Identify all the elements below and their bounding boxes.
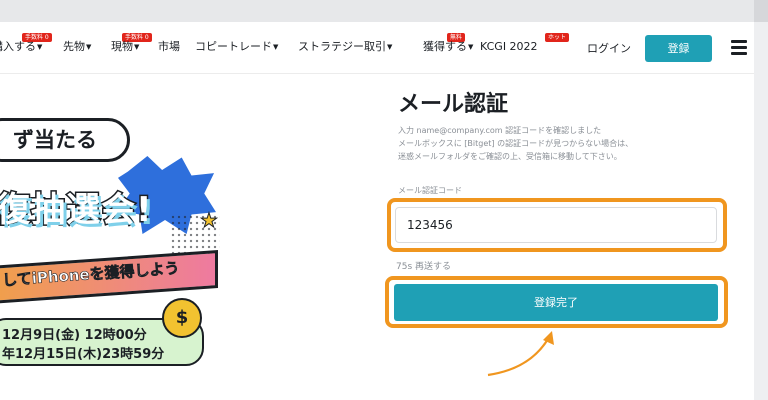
promo-headline-2: 復抽選会!: [0, 182, 153, 232]
nav-badge-kcgi: ホット: [545, 33, 570, 42]
description-line: 入力 name@company.com 認証コードを確認しました: [398, 126, 602, 135]
resend-code-link[interactable]: 75s 再送する: [396, 259, 451, 272]
coin-icon: $: [162, 298, 202, 338]
nav-item-label: 現物: [111, 40, 133, 53]
nav-item-spot[interactable]: 現物▼: [111, 40, 139, 54]
nav-item-label: コピートレード: [195, 40, 272, 53]
nav-item-futures[interactable]: 先物▼: [63, 40, 91, 54]
code-field-label: メール認証コード: [398, 186, 462, 195]
verification-code-input[interactable]: 123456: [395, 207, 717, 243]
page-scrollbar[interactable]: [754, 22, 768, 400]
nav-item-market[interactable]: 市場: [158, 40, 180, 54]
promo-headline-2-text: 復抽選会!: [0, 189, 153, 232]
browser-top-bar: [0, 0, 768, 22]
nav-item-copy-trade[interactable]: コピートレード▼: [195, 40, 278, 54]
register-button[interactable]: 登録: [645, 35, 712, 62]
chevron-down-icon: ▼: [273, 43, 279, 51]
scrollbar-corner: [754, 0, 768, 22]
chevron-down-icon: ▼: [468, 43, 474, 51]
chevron-down-icon: ▼: [387, 43, 393, 51]
nav-item-label: 購入する: [0, 40, 36, 53]
nav-item-label: 獲得する: [423, 40, 467, 53]
nav-item-label: 先物: [63, 40, 85, 53]
verification-description: 入力 name@company.com 認証コードを確認しました メールボックス…: [398, 124, 708, 163]
nav-item-strategy[interactable]: ストラテジー取引▼: [298, 40, 392, 54]
nav-item-label: ストラテジー取引: [298, 40, 386, 53]
star-icon: ★: [200, 208, 219, 233]
nav-item-earn[interactable]: 獲得する▼: [423, 40, 473, 54]
complete-registration-button[interactable]: 登録完了: [394, 284, 718, 321]
pointer-arrow-icon: [487, 331, 554, 377]
description-line: 迷惑メールフォルダをご確認の上、受信箱に移動して下さい。: [398, 152, 622, 161]
nav-item-kcgi[interactable]: KCGI 2022: [480, 40, 538, 54]
chevron-down-icon: ▼: [134, 43, 140, 51]
description-line: メールボックスに [Bitget] の認証コードが見つからない場合は、: [398, 139, 634, 148]
chevron-down-icon: ▼: [37, 43, 43, 51]
chevron-down-icon: ▼: [86, 43, 92, 51]
login-link[interactable]: ログイン: [587, 40, 631, 56]
promo-headline-1: ず当たる: [0, 118, 130, 162]
page-title: メール認証: [398, 92, 509, 117]
promo-banner[interactable]: ★ ず当たる 復抽選会! してiPhoneを獲得しよう 12月9日(金) 12時…: [0, 74, 260, 400]
nav-item-buy[interactable]: 購入する▼: [0, 40, 42, 54]
nav-item-label: KCGI 2022: [480, 40, 538, 53]
nav-item-label: 市場: [158, 40, 180, 53]
hamburger-menu-icon[interactable]: [731, 40, 747, 55]
promo-date-end: 年12月15日(木)23時59分: [2, 347, 165, 362]
